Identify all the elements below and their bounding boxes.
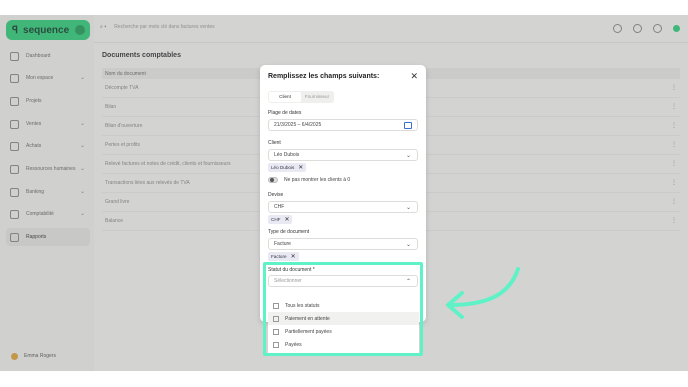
calendar-icon[interactable] bbox=[404, 122, 412, 129]
modal-title: Remplissez les champs suivants: bbox=[268, 73, 380, 80]
client-value: Léo Dubois bbox=[274, 152, 300, 158]
close-icon[interactable]: ✕ bbox=[410, 71, 418, 82]
devise-label: Devise bbox=[268, 192, 284, 198]
client-label: Client bbox=[268, 140, 281, 146]
date-range-field[interactable]: 21/3/2025 – 6/4/2025 bbox=[268, 119, 418, 131]
devise-select[interactable]: CHF ⌄ bbox=[268, 201, 418, 213]
date-range-label: Plage de dates bbox=[268, 110, 302, 116]
devise-value: CHF bbox=[274, 204, 285, 210]
chip-label: Léo Dubois bbox=[271, 165, 295, 170]
hide-zero-clients-toggle[interactable] bbox=[268, 177, 278, 183]
date-range-value: 21/3/2025 – 6/4/2025 bbox=[274, 122, 322, 128]
remove-chip-icon[interactable]: ✕ bbox=[284, 216, 289, 223]
chevron-down-icon: ⌄ bbox=[405, 205, 411, 211]
tab-client[interactable]: Client bbox=[269, 92, 301, 102]
party-toggle: Client Fournisseur bbox=[268, 91, 334, 103]
type-select[interactable]: Facture ⌄ bbox=[268, 238, 418, 250]
type-value: Facture bbox=[274, 241, 291, 247]
type-label: Type de document bbox=[268, 229, 310, 235]
highlight-box bbox=[263, 262, 423, 356]
remove-chip-icon[interactable]: ✕ bbox=[291, 253, 296, 260]
type-chip: Facture ✕ bbox=[268, 252, 299, 261]
client-select[interactable]: Léo Dubois ⌄ bbox=[268, 149, 418, 161]
pointer-arrow-icon bbox=[446, 267, 520, 319]
chevron-down-icon: ⌄ bbox=[405, 153, 411, 159]
tab-fournisseur[interactable]: Fournisseur bbox=[301, 92, 333, 102]
chevron-down-icon: ⌄ bbox=[405, 242, 411, 248]
remove-chip-icon[interactable]: ✕ bbox=[298, 164, 303, 171]
devise-chip: CHF ✕ bbox=[268, 215, 293, 224]
app-window: ꟼ sequence Dashboard Mon espace ⌄ Projets… bbox=[0, 15, 688, 371]
toggle-label: Ne pas montrer les clients à 0 bbox=[284, 177, 351, 183]
chip-label: CHF bbox=[271, 217, 281, 222]
chip-label: Facture bbox=[271, 254, 287, 259]
client-chip: Léo Dubois ✕ bbox=[268, 163, 307, 172]
